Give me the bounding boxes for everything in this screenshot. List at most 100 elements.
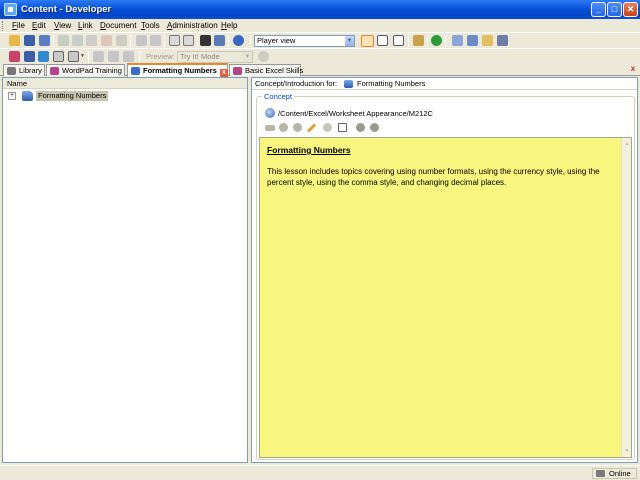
layout-single-icon[interactable] — [361, 35, 374, 47]
title-bar: Content - Developer _ □ ✕ — [0, 0, 640, 19]
link-icon[interactable] — [265, 125, 275, 131]
redo-icon[interactable] — [150, 35, 161, 46]
menu-link[interactable]: Link — [78, 21, 93, 30]
book-icon — [50, 67, 59, 75]
check-in-icon[interactable] — [452, 35, 463, 46]
help-icon[interactable] — [233, 35, 244, 46]
publish-icon[interactable] — [413, 35, 424, 46]
concept-path[interactable]: /Content/Excel/Worksheet Appearance/M212… — [265, 108, 433, 119]
concept-intro-label: Concept/Introduction for: — [255, 79, 338, 88]
collapse-all-icon[interactable] — [183, 35, 194, 46]
preview-label: Preview: — [146, 52, 175, 61]
save-icon[interactable] — [24, 35, 35, 46]
status-bar: Online — [0, 465, 640, 480]
view-select-value: Player view — [257, 36, 296, 45]
vertical-scrollbar[interactable]: ▲ ▼ — [621, 138, 631, 457]
concept-group: Concept /Content/Excel/Worksheet Appeara… — [256, 92, 635, 460]
move-down-icon[interactable] — [123, 51, 134, 62]
tab-wordpad-training[interactable]: WordPad Training — [46, 64, 125, 76]
package-icon[interactable] — [279, 123, 288, 132]
preview-mode-select[interactable]: Try It! Mode ▼ — [177, 51, 253, 63]
connection-status-text: Online — [609, 469, 631, 478]
document-tabs: Library WordPad Training Formatting Numb… — [0, 63, 640, 77]
expand-icon[interactable]: + — [8, 92, 16, 100]
open-folder-icon[interactable] — [9, 35, 20, 46]
tab-basic-excel-skills[interactable]: Basic Excel Skills — [229, 64, 303, 76]
toolbar-separator — [228, 35, 229, 47]
find-icon[interactable] — [200, 35, 211, 46]
concept-intro-value: Formatting Numbers — [357, 79, 426, 88]
layout-horizontal-icon[interactable] — [377, 35, 388, 46]
unlink-icon[interactable] — [323, 123, 332, 132]
close-button[interactable]: ✕ — [623, 2, 638, 17]
undo-check-out-icon[interactable] — [497, 35, 508, 46]
concept-body: This lesson includes topics covering usi… — [267, 167, 600, 187]
tab-label: Library — [19, 66, 42, 75]
menu-view[interactable]: View — [54, 21, 71, 30]
outline-pane: Name + Formatting Numbers — [2, 77, 248, 463]
undo-icon[interactable] — [136, 35, 147, 46]
layout-vertical-icon[interactable] — [393, 35, 404, 46]
chevron-down-icon[interactable]: ▼ — [80, 51, 86, 62]
new-module-icon[interactable] — [24, 51, 35, 62]
concept-header: Concept/Introduction for: Formatting Num… — [252, 78, 637, 90]
menu-administration[interactable]: Administration — [167, 21, 218, 30]
toolbar-separator — [164, 35, 165, 47]
spell-check-icon[interactable] — [214, 35, 225, 46]
toolbar-separator — [88, 51, 89, 63]
copy-icon[interactable] — [72, 35, 83, 46]
concept-editor[interactable]: Formatting Numbers This lesson includes … — [259, 137, 632, 458]
properties-icon[interactable] — [116, 35, 127, 46]
insert-question-icon[interactable] — [53, 51, 64, 62]
toolbar-separator — [53, 35, 54, 47]
connection-status: Online — [592, 468, 637, 479]
expand-all-icon[interactable] — [169, 35, 180, 46]
toolbar-separator — [130, 35, 131, 47]
menu-help[interactable]: Help — [221, 21, 237, 30]
new-document-icon[interactable] — [9, 51, 20, 62]
scroll-up-icon[interactable]: ▲ — [623, 140, 631, 148]
globe-icon — [265, 108, 275, 118]
close-panel-icon[interactable]: x — [629, 65, 637, 73]
link-icon[interactable] — [93, 51, 104, 62]
app-icon — [4, 3, 17, 16]
cut-icon[interactable] — [58, 35, 69, 46]
delete-icon[interactable] — [101, 35, 112, 46]
save-all-icon[interactable] — [39, 35, 50, 46]
chevron-down-icon: ▼ — [243, 52, 252, 62]
view-select[interactable]: Player view ▼ — [254, 35, 355, 47]
preview-icon[interactable] — [338, 123, 347, 132]
toolbar-separator — [408, 35, 409, 47]
copy-icon[interactable] — [293, 123, 302, 132]
insert-package-icon[interactable] — [68, 51, 79, 62]
history-icon[interactable] — [482, 35, 493, 46]
move-up-icon[interactable] — [108, 51, 119, 62]
tab-formatting-numbers[interactable]: Formatting Numbers x — [127, 63, 228, 77]
refresh-icon[interactable] — [431, 35, 442, 46]
tree-item-label: Formatting Numbers — [36, 91, 109, 101]
preview-play-icon[interactable] — [258, 51, 269, 62]
tab-label: WordPad Training — [62, 66, 122, 75]
tab-library[interactable]: Library — [3, 64, 45, 76]
add-icon[interactable] — [356, 123, 365, 132]
minimize-button[interactable]: _ — [591, 2, 606, 17]
menu-bar: File Edit View Link Document Tools Admin… — [0, 19, 640, 32]
concept-pane: Concept/Introduction for: Formatting Num… — [251, 77, 638, 463]
paste-icon[interactable] — [86, 35, 97, 46]
menu-file[interactable]: File — [12, 21, 25, 30]
column-header-name[interactable]: Name — [3, 78, 247, 89]
concept-icon — [344, 80, 353, 88]
toolbar-separator — [197, 35, 198, 47]
scroll-down-icon[interactable]: ▼ — [623, 447, 631, 455]
book-icon — [233, 67, 242, 75]
menu-document[interactable]: Document — [100, 21, 136, 30]
new-topic-icon[interactable] — [38, 51, 49, 62]
toolbar-separator — [445, 35, 446, 47]
remove-icon[interactable] — [370, 123, 379, 132]
check-out-icon[interactable] — [467, 35, 478, 46]
edit-pencil-icon[interactable] — [306, 123, 317, 133]
close-tab-icon[interactable]: x — [219, 69, 228, 77]
menu-edit[interactable]: Edit — [32, 21, 46, 30]
maximize-button[interactable]: □ — [607, 2, 622, 17]
menu-tools[interactable]: Tools — [141, 21, 160, 30]
